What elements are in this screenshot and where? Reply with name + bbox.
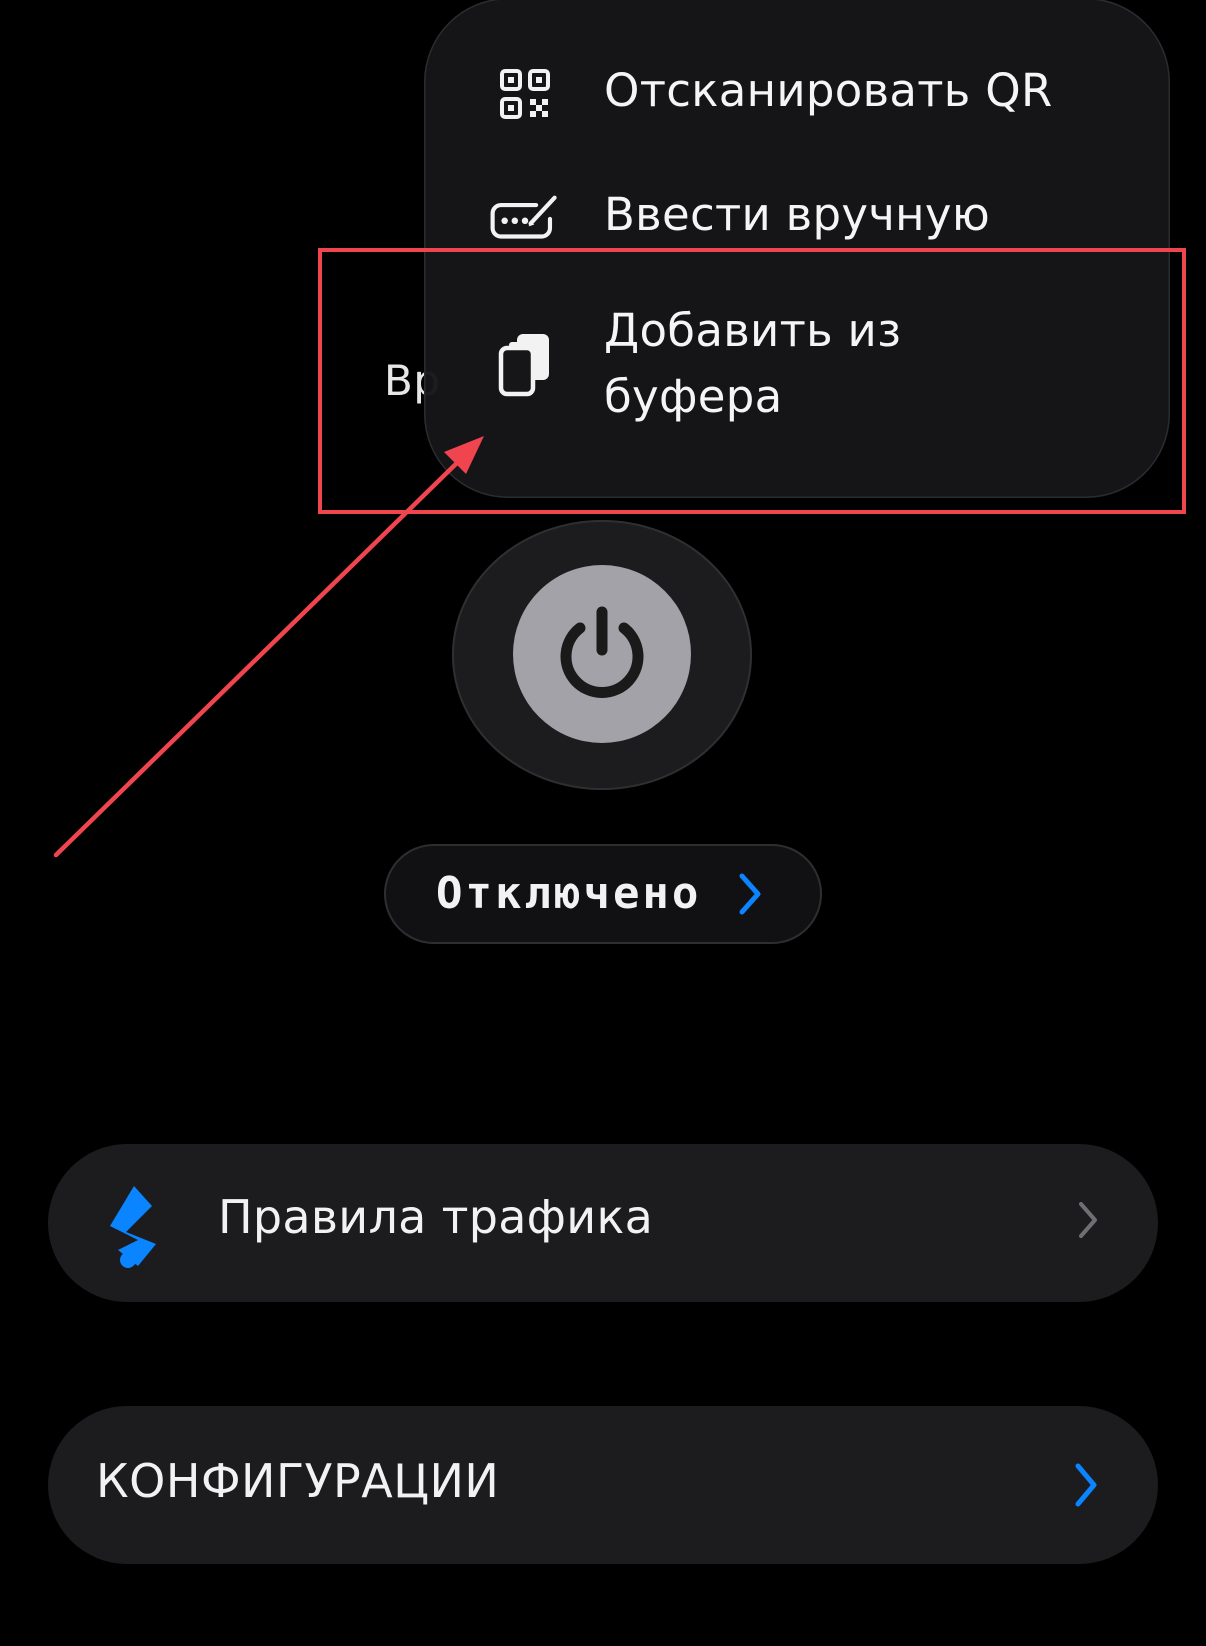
configurations-card[interactable]: КОНФИГУРАЦИИ (48, 1406, 1158, 1564)
menu-item-scan-qr[interactable]: Отсканировать QR (424, 54, 1170, 134)
clipboard-icon (488, 328, 562, 402)
power-button[interactable] (452, 520, 752, 790)
connection-status-button[interactable]: Отключено (384, 844, 822, 944)
power-icon (560, 606, 644, 698)
power-button-core (513, 565, 691, 743)
keyboard-pencil-icon (488, 181, 562, 255)
configurations-label: КОНФИГУРАЦИИ (96, 1454, 500, 1508)
menu-item-label: Добавить из буфера (604, 304, 902, 423)
add-config-menu: Отсканировать QR Ввести вручную Добавить… (424, 0, 1170, 498)
chevron-right-icon (1076, 1200, 1100, 1244)
status-label: Отключено (436, 868, 702, 919)
traffic-rules-label: Правила трафика (218, 1190, 654, 1244)
menu-item-label: Отсканировать QR (604, 64, 1053, 117)
menu-item-enter-manually[interactable]: Ввести вручную (424, 178, 1170, 258)
qr-code-icon (488, 57, 562, 131)
chevron-right-icon (1072, 1462, 1100, 1512)
chevron-right-icon (736, 872, 764, 920)
menu-item-add-from-clipboard[interactable]: Добавить из буфера (424, 298, 1170, 438)
traffic-rules-card[interactable]: Правила трафика (48, 1144, 1158, 1302)
traffic-rules-icon (104, 1182, 194, 1272)
menu-item-label: Ввести вручную (604, 188, 991, 241)
